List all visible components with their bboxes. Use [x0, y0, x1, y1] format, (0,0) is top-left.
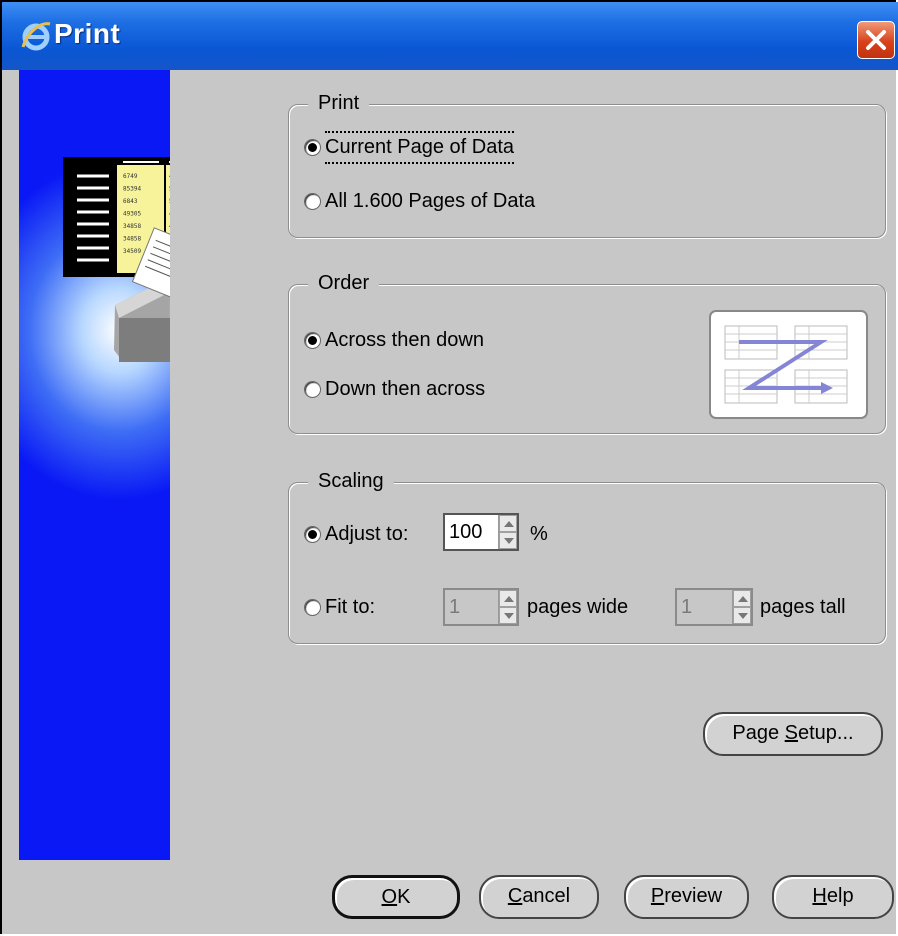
cancel-label-rest: ancel: [522, 885, 571, 907]
print-groupbox: [288, 104, 886, 238]
radio-all-pages[interactable]: All 1.600 Pages of Data: [304, 190, 535, 213]
radio-across-indicator[interactable]: [304, 332, 321, 349]
scaling-group-legend: Scaling: [308, 470, 394, 493]
fit-tall-value[interactable]: 1: [681, 596, 692, 619]
fit-tall-spinner[interactable]: 1: [675, 588, 753, 626]
radio-current-page[interactable]: Current Page of Data: [304, 131, 514, 164]
ok-label-rest: K: [397, 886, 411, 908]
page-setup-mnemonic: S: [784, 722, 798, 744]
page-setup-label-rest: etup...: [798, 722, 854, 744]
window-title: Print: [54, 18, 121, 49]
illustration-number: 44573: [169, 223, 170, 230]
illustration-number: 49505: [169, 211, 170, 218]
spreadsheet-printer-icon: 6749 85394 6843 49305 34858 34858 34509 49306 5…: [63, 157, 170, 362]
pages-wide-label: pages wide: [527, 596, 629, 618]
fit-tall-spinner-arrows: [732, 590, 751, 624]
order-group-legend: Order: [308, 272, 380, 295]
cancel-button[interactable]: Cancel: [479, 875, 599, 919]
cancel-mnemonic: C: [507, 885, 523, 907]
percent-sign: %: [530, 523, 548, 545]
scaling-groupbox: [288, 482, 886, 644]
illustration-number: 58493: [169, 198, 170, 205]
illustration-number: 85394: [123, 186, 141, 193]
fit-wide-spinner-arrows: [498, 590, 517, 624]
fit-tall-up-arrow-icon[interactable]: [733, 590, 751, 607]
close-button[interactable]: [857, 21, 895, 59]
page-setup-label-prefix: Page: [732, 722, 785, 744]
radio-adjust-indicator[interactable]: [304, 526, 321, 543]
fit-wide-down-arrow-icon[interactable]: [499, 607, 517, 624]
adjust-down-arrow-icon[interactable]: [499, 532, 517, 549]
print-group-legend: Print: [308, 92, 370, 115]
illustration-number: 58493: [169, 186, 170, 193]
fit-wide-spinner[interactable]: 1: [443, 588, 519, 626]
radio-fit-to[interactable]: Fit to:: [304, 596, 375, 619]
illustration-number: 34858: [123, 223, 141, 230]
close-icon: [866, 30, 886, 50]
preview-label-rest: review: [664, 885, 723, 907]
radio-current-page-indicator[interactable]: [304, 139, 321, 156]
radio-all-pages-label: All 1.600 Pages of Data: [325, 190, 536, 212]
illustration-number: 49306: [169, 173, 170, 180]
illustration-number: 6843: [123, 198, 138, 205]
preview-mnemonic: P: [650, 885, 665, 907]
adjust-to-spinner[interactable]: 100: [443, 513, 519, 551]
illustration-number: 34858: [123, 236, 141, 243]
side-panel: 6749 85394 6843 49305 34858 34858 34509 49306 5…: [19, 70, 170, 860]
radio-down-then-across[interactable]: Down then across: [304, 378, 485, 401]
adjust-to-value[interactable]: 100: [449, 521, 482, 544]
help-button[interactable]: Help: [772, 875, 894, 919]
help-label-rest: elp: [826, 885, 854, 907]
page-setup-button[interactable]: Page Setup...: [703, 712, 883, 756]
fit-wide-value[interactable]: 1: [449, 596, 460, 619]
ie-icon: [21, 22, 51, 51]
illustration-number: 49305: [123, 211, 141, 218]
fit-wide-up-arrow-icon[interactable]: [499, 590, 517, 607]
adjust-up-arrow-icon[interactable]: [499, 515, 517, 532]
radio-across-then-down[interactable]: Across then down: [304, 329, 484, 352]
page-order-icon: [709, 310, 868, 419]
radio-down-indicator[interactable]: [304, 381, 321, 398]
radio-adjust-label: Adjust to:: [325, 523, 409, 545]
ok-button[interactable]: OK: [332, 875, 460, 919]
radio-current-page-label: Current Page of Data: [325, 131, 514, 164]
pages-tall-label: pages tall: [760, 596, 846, 618]
print-dialog: Print 6749 85394 6843 49305 34858 34858 …: [0, 0, 898, 934]
fit-tall-down-arrow-icon[interactable]: [733, 607, 751, 624]
radio-fit-label: Fit to:: [325, 596, 376, 618]
illustration-number: 6749: [123, 173, 138, 180]
title-bar[interactable]: Print: [2, 2, 898, 70]
radio-all-pages-indicator[interactable]: [304, 193, 321, 210]
radio-adjust-to[interactable]: Adjust to:: [304, 523, 408, 546]
radio-down-label: Down then across: [325, 378, 486, 400]
radio-across-label: Across then down: [325, 329, 484, 351]
illustration-number: 34509: [123, 248, 141, 255]
preview-button[interactable]: Preview: [624, 875, 749, 919]
ok-mnemonic: O: [381, 886, 398, 908]
radio-fit-indicator[interactable]: [304, 599, 321, 616]
help-mnemonic: H: [812, 885, 827, 907]
adjust-spinner-arrows: [498, 515, 517, 549]
